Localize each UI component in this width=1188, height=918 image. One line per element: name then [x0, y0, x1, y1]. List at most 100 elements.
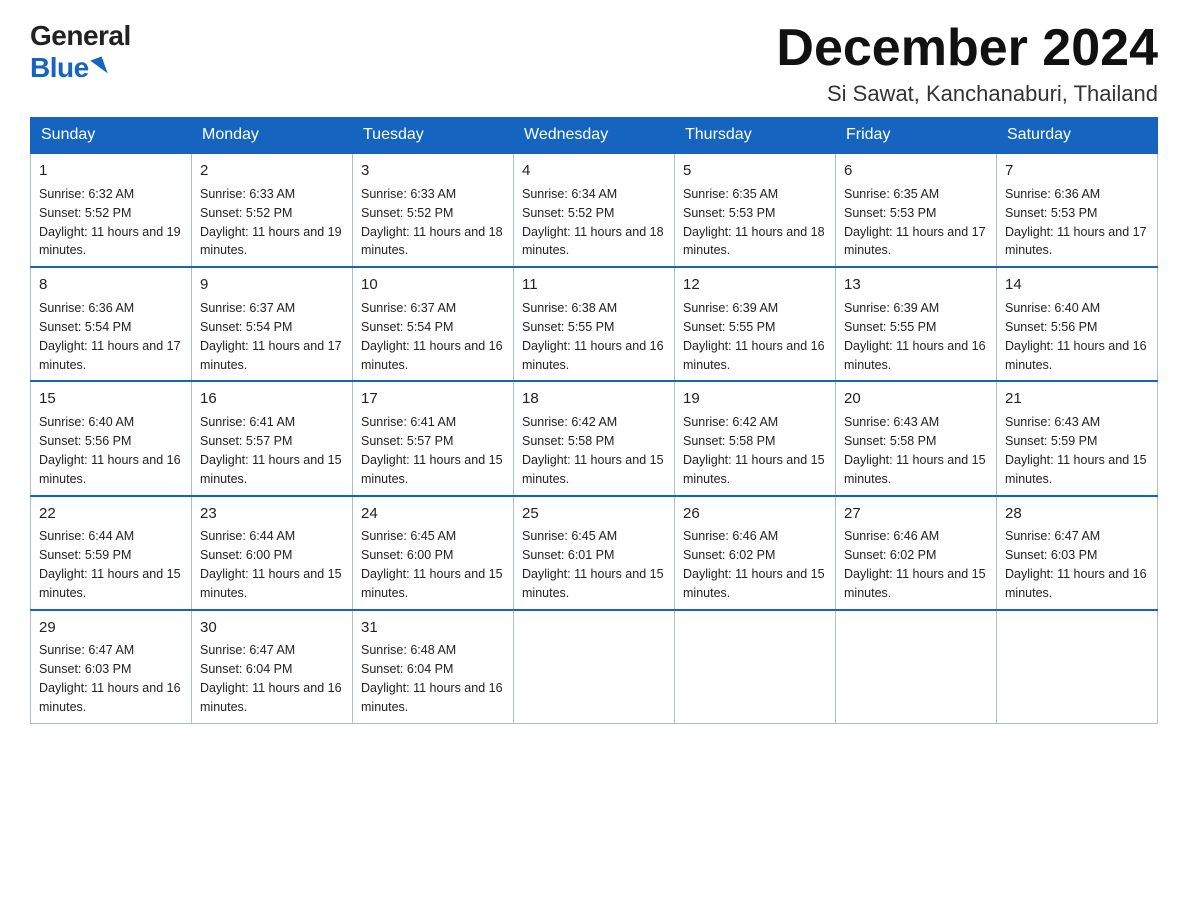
- calendar-cell: 21 Sunrise: 6:43 AMSunset: 5:59 PMDayligh…: [997, 381, 1158, 495]
- day-number: 24: [361, 503, 505, 525]
- calendar-cell: 13 Sunrise: 6:39 AMSunset: 5:55 PMDayligh…: [836, 267, 997, 381]
- day-info: Sunrise: 6:34 AMSunset: 5:52 PMDaylight:…: [522, 187, 664, 258]
- calendar-week-row: 8 Sunrise: 6:36 AMSunset: 5:54 PMDaylight…: [31, 267, 1158, 381]
- day-info: Sunrise: 6:47 AMSunset: 6:03 PMDaylight:…: [39, 643, 181, 714]
- location-text: Si Sawat, Kanchanaburi, Thailand: [776, 81, 1158, 107]
- day-number: 31: [361, 617, 505, 639]
- calendar-cell: 5Sunrise: 6:35 AMSunset: 5:53 PMDaylight…: [675, 153, 836, 267]
- day-number: 8: [39, 274, 183, 296]
- day-number: 30: [200, 617, 344, 639]
- day-number: 19: [683, 388, 827, 410]
- day-number: 17: [361, 388, 505, 410]
- calendar-cell: 10Sunrise: 6:37 AMSunset: 5:54 PMDayligh…: [353, 267, 514, 381]
- day-info: Sunrise: 6:44 AMSunset: 6:00 PMDaylight:…: [200, 529, 342, 600]
- day-info: Sunrise: 6:44 AMSunset: 5:59 PMDaylight:…: [39, 529, 181, 600]
- logo-triangle-icon: [90, 56, 107, 77]
- day-info: Sunrise: 6:48 AMSunset: 6:04 PMDaylight:…: [361, 643, 503, 714]
- calendar-cell: 19 Sunrise: 6:42 AMSunset: 5:58 PMDayligh…: [675, 381, 836, 495]
- day-info: Sunrise: 6:33 AMSunset: 5:52 PMDaylight:…: [200, 187, 342, 258]
- day-number: 11: [522, 274, 666, 296]
- calendar-cell: 15 Sunrise: 6:40 AMSunset: 5:56 PMDayligh…: [31, 381, 192, 495]
- day-info: Sunrise: 6:36 AMSunset: 5:54 PMDaylight:…: [39, 301, 181, 372]
- calendar-cell: 6 Sunrise: 6:35 AMSunset: 5:53 PMDaylight…: [836, 153, 997, 267]
- calendar-cell: 11 Sunrise: 6:38 AMSunset: 5:55 PMDayligh…: [514, 267, 675, 381]
- calendar-cell: 27 Sunrise: 6:46 AMSunset: 6:02 PMDayligh…: [836, 496, 997, 610]
- logo-general-text: General: [30, 20, 131, 52]
- day-info: Sunrise: 6:46 AMSunset: 6:02 PMDaylight:…: [844, 529, 986, 600]
- calendar-cell: 20 Sunrise: 6:43 AMSunset: 5:58 PMDayligh…: [836, 381, 997, 495]
- day-number: 16: [200, 388, 344, 410]
- calendar-cell: 14 Sunrise: 6:40 AMSunset: 5:56 PMDayligh…: [997, 267, 1158, 381]
- day-info: Sunrise: 6:42 AMSunset: 5:58 PMDaylight:…: [683, 415, 825, 486]
- calendar-header-wednesday: Wednesday: [514, 118, 675, 154]
- calendar-header-sunday: Sunday: [31, 118, 192, 154]
- calendar-cell: 3Sunrise: 6:33 AMSunset: 5:52 PMDaylight…: [353, 153, 514, 267]
- day-number: 15: [39, 388, 183, 410]
- day-number: 6: [844, 160, 988, 182]
- day-info: Sunrise: 6:47 AMSunset: 6:03 PMDaylight:…: [1005, 529, 1147, 600]
- day-number: 28: [1005, 503, 1149, 525]
- day-number: 2: [200, 160, 344, 182]
- day-info: Sunrise: 6:35 AMSunset: 5:53 PMDaylight:…: [844, 187, 986, 258]
- day-number: 25: [522, 503, 666, 525]
- calendar-header-row: SundayMondayTuesdayWednesdayThursdayFrid…: [31, 118, 1158, 154]
- calendar-week-row: 29 Sunrise: 6:47 AMSunset: 6:03 PMDayligh…: [31, 610, 1158, 724]
- day-number: 1: [39, 160, 183, 182]
- day-info: Sunrise: 6:40 AMSunset: 5:56 PMDaylight:…: [1005, 301, 1147, 372]
- calendar-cell: 8 Sunrise: 6:36 AMSunset: 5:54 PMDaylight…: [31, 267, 192, 381]
- day-number: 23: [200, 503, 344, 525]
- day-info: Sunrise: 6:39 AMSunset: 5:55 PMDaylight:…: [683, 301, 825, 372]
- day-number: 22: [39, 503, 183, 525]
- calendar-cell: 1Sunrise: 6:32 AMSunset: 5:52 PMDaylight…: [31, 153, 192, 267]
- calendar-header-tuesday: Tuesday: [353, 118, 514, 154]
- day-info: Sunrise: 6:46 AMSunset: 6:02 PMDaylight:…: [683, 529, 825, 600]
- calendar-cell: 26 Sunrise: 6:46 AMSunset: 6:02 PMDayligh…: [675, 496, 836, 610]
- calendar-cell: 2 Sunrise: 6:33 AMSunset: 5:52 PMDaylight…: [192, 153, 353, 267]
- day-number: 14: [1005, 274, 1149, 296]
- day-info: Sunrise: 6:41 AMSunset: 5:57 PMDaylight:…: [361, 415, 503, 486]
- calendar-cell: 25 Sunrise: 6:45 AMSunset: 6:01 PMDayligh…: [514, 496, 675, 610]
- day-number: 3: [361, 160, 505, 182]
- logo-blue-text: Blue: [30, 52, 105, 84]
- day-number: 5: [683, 160, 827, 182]
- day-number: 12: [683, 274, 827, 296]
- day-info: Sunrise: 6:45 AMSunset: 6:01 PMDaylight:…: [522, 529, 664, 600]
- day-info: Sunrise: 6:42 AMSunset: 5:58 PMDaylight:…: [522, 415, 664, 486]
- calendar-header-friday: Friday: [836, 118, 997, 154]
- month-title: December 2024: [776, 20, 1158, 77]
- day-number: 13: [844, 274, 988, 296]
- day-number: 7: [1005, 160, 1149, 182]
- calendar-header-saturday: Saturday: [997, 118, 1158, 154]
- calendar-cell: 7Sunrise: 6:36 AMSunset: 5:53 PMDaylight…: [997, 153, 1158, 267]
- day-info: Sunrise: 6:40 AMSunset: 5:56 PMDaylight:…: [39, 415, 181, 486]
- calendar-header-thursday: Thursday: [675, 118, 836, 154]
- day-number: 18: [522, 388, 666, 410]
- day-info: Sunrise: 6:43 AMSunset: 5:59 PMDaylight:…: [1005, 415, 1147, 486]
- calendar-cell: 31 Sunrise: 6:48 AMSunset: 6:04 PMDayligh…: [353, 610, 514, 724]
- day-info: Sunrise: 6:37 AMSunset: 5:54 PMDaylight:…: [361, 301, 503, 372]
- day-number: 4: [522, 160, 666, 182]
- calendar-week-row: 1Sunrise: 6:32 AMSunset: 5:52 PMDaylight…: [31, 153, 1158, 267]
- calendar-cell: 4 Sunrise: 6:34 AMSunset: 5:52 PMDaylight…: [514, 153, 675, 267]
- day-info: Sunrise: 6:39 AMSunset: 5:55 PMDaylight:…: [844, 301, 986, 372]
- day-number: 27: [844, 503, 988, 525]
- calendar-cell: 29 Sunrise: 6:47 AMSunset: 6:03 PMDayligh…: [31, 610, 192, 724]
- calendar-cell: [514, 610, 675, 724]
- day-info: Sunrise: 6:38 AMSunset: 5:55 PMDaylight:…: [522, 301, 664, 372]
- day-info: Sunrise: 6:43 AMSunset: 5:58 PMDaylight:…: [844, 415, 986, 486]
- day-info: Sunrise: 6:37 AMSunset: 5:54 PMDaylight:…: [200, 301, 342, 372]
- calendar-cell: [997, 610, 1158, 724]
- calendar-cell: 18 Sunrise: 6:42 AMSunset: 5:58 PMDayligh…: [514, 381, 675, 495]
- day-number: 29: [39, 617, 183, 639]
- calendar-cell: [836, 610, 997, 724]
- calendar-cell: 28 Sunrise: 6:47 AMSunset: 6:03 PMDayligh…: [997, 496, 1158, 610]
- day-info: Sunrise: 6:45 AMSunset: 6:00 PMDaylight:…: [361, 529, 503, 600]
- calendar-cell: 16Sunrise: 6:41 AMSunset: 5:57 PMDayligh…: [192, 381, 353, 495]
- day-number: 26: [683, 503, 827, 525]
- title-block: December 2024 Si Sawat, Kanchanaburi, Th…: [776, 20, 1158, 107]
- calendar-cell: 12 Sunrise: 6:39 AMSunset: 5:55 PMDayligh…: [675, 267, 836, 381]
- calendar-cell: 9Sunrise: 6:37 AMSunset: 5:54 PMDaylight…: [192, 267, 353, 381]
- logo: General Blue: [30, 20, 131, 84]
- day-number: 21: [1005, 388, 1149, 410]
- day-number: 20: [844, 388, 988, 410]
